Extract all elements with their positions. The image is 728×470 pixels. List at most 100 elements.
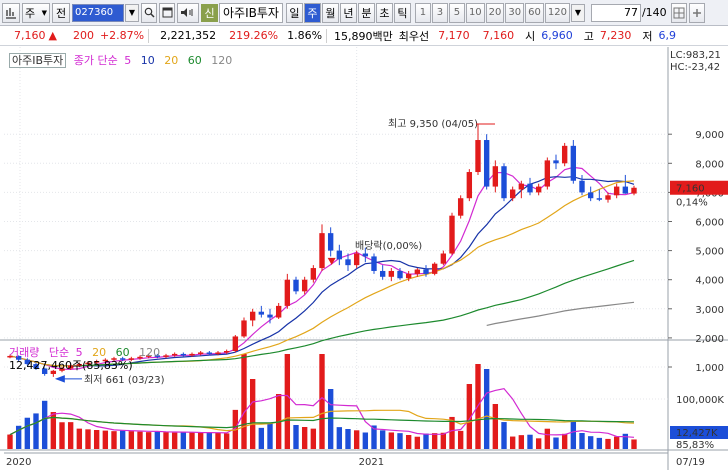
period-year[interactable]: 년 <box>339 2 357 23</box>
price-tick-label: 6,000 <box>695 218 724 229</box>
price-tick-label: 2,000 <box>695 334 724 345</box>
interval-label: 20 <box>488 7 502 18</box>
all-button-label: 전 <box>55 6 67 20</box>
candle-body <box>414 269 421 274</box>
interval-5-button[interactable]: 5 <box>448 2 465 23</box>
candle-body <box>579 180 585 193</box>
price-chart[interactable]: 9,0008,0007,0006,0005,0004,0003,0002,000… <box>0 47 728 470</box>
all-button[interactable]: 전 <box>52 2 70 23</box>
volume-bar <box>457 430 464 449</box>
period-month[interactable]: 월 <box>321 2 339 23</box>
interval-dropdown-button[interactable]: ▼ <box>570 3 585 22</box>
lc-label: LC:983,21 <box>670 50 721 61</box>
volume-bar <box>345 429 351 449</box>
volume-bar <box>509 436 516 449</box>
interval-10-button[interactable]: 10 <box>465 2 485 23</box>
chart-window: 주 ▼ 전 027360 ▼ 신 아주IB투자 일 주 월 년 분 초 틱 1 … <box>0 0 728 470</box>
stock-code-input[interactable]: 027360 <box>72 3 124 22</box>
volume-bar <box>24 417 31 449</box>
interval-label: 1 <box>419 7 427 18</box>
period-tick[interactable]: 틱 <box>393 2 411 23</box>
up-arrow-icon: ▲ <box>48 29 57 42</box>
volume-bar <box>492 404 499 449</box>
candle-body <box>397 270 403 279</box>
price-legend: 아주IB투자 종가 단순 5 10 20 60 120 <box>9 52 232 68</box>
period-month-label: 월 <box>325 6 336 20</box>
volume-bar <box>137 431 143 449</box>
candle-body <box>327 233 334 251</box>
candle-body <box>518 183 525 190</box>
open-price: 6,960 <box>541 29 573 42</box>
sound-icon[interactable] <box>177 2 199 23</box>
date-label: 07/19 <box>676 457 705 468</box>
volume-bar <box>145 432 152 449</box>
code-dropdown-button[interactable]: ▼ <box>125 3 139 22</box>
current-volume-label: 12,427K <box>676 428 718 439</box>
period-second[interactable]: 초 <box>375 2 393 23</box>
candle-body <box>197 352 204 354</box>
volume-bar <box>336 427 343 449</box>
period-minute[interactable]: 분 <box>357 2 375 23</box>
period-day[interactable]: 일 <box>285 2 303 23</box>
price-tick-label: 4,000 <box>695 276 724 287</box>
candle-body <box>440 253 447 264</box>
volume-bar <box>189 432 195 449</box>
candle-body <box>284 279 291 306</box>
candle-body <box>466 172 473 199</box>
candle-body <box>544 160 551 187</box>
price-tick-label: 1,000 <box>695 363 724 374</box>
interval-120-button[interactable]: 120 <box>544 2 570 23</box>
period-type-select[interactable]: 주 ▼ <box>22 2 50 23</box>
candle-body <box>622 186 629 194</box>
window-icon[interactable] <box>159 2 175 23</box>
chevron-down-icon: ▼ <box>574 8 582 17</box>
interval-60-button[interactable]: 60 <box>525 2 544 23</box>
volume-bar <box>605 438 611 449</box>
interval-20-button[interactable]: 20 <box>485 2 505 23</box>
grid-icon[interactable] <box>670 2 687 23</box>
volume-bar <box>570 420 577 449</box>
interval-label: 30 <box>508 7 522 18</box>
volume-bar <box>284 354 291 449</box>
volume-bar <box>431 433 438 449</box>
interval-30-button[interactable]: 30 <box>505 2 525 23</box>
date-label: 2021 <box>359 457 384 468</box>
zoom-icon[interactable] <box>688 2 705 23</box>
best-ask: 7,170 <box>438 29 470 42</box>
stock-name-field: 아주IB투자 <box>219 2 283 23</box>
stock-code-value: 027360 <box>75 7 114 18</box>
legend-ma-label: 종가 단순 <box>73 54 118 67</box>
candle-body <box>310 268 317 280</box>
legend-ma10: 10 <box>140 54 155 67</box>
interval-label: 60 <box>528 7 541 18</box>
search-icon[interactable] <box>141 2 157 23</box>
legend-stock-name: 아주IB투자 <box>9 53 67 68</box>
interval-3-button[interactable]: 3 <box>431 2 448 23</box>
volume-bar <box>102 430 109 449</box>
candle-body <box>353 253 360 266</box>
volume-bar <box>249 379 256 449</box>
quote-bar: 7,160 ▲ 200 +2.87% 2,221,352 219.26% 1.8… <box>0 26 728 46</box>
candle-body <box>509 189 516 199</box>
candle-body <box>631 187 637 194</box>
period-day-label: 일 <box>289 6 300 20</box>
candle-body <box>535 186 542 193</box>
volume-bar <box>171 432 178 449</box>
period-week[interactable]: 주 <box>303 2 321 23</box>
volume-bar <box>197 433 204 449</box>
chart-type-icon[interactable] <box>2 2 20 23</box>
price-tick-label: 9,000 <box>695 130 724 141</box>
volume-bar <box>553 437 559 449</box>
candle-body <box>492 166 499 187</box>
candle-body <box>171 353 178 356</box>
price-tick-label: 3,000 <box>695 305 724 316</box>
volume-bar <box>362 432 369 449</box>
dividend-annotation: 배당락(0,00%) <box>355 240 422 252</box>
price-tick-label: 5,000 <box>695 247 724 258</box>
current-price: 7,160 <box>14 29 46 42</box>
volume-bar <box>631 439 637 449</box>
volume-bar <box>596 437 603 449</box>
interval-1-button[interactable]: 1 <box>414 2 431 23</box>
display-count-input[interactable]: 77 <box>590 3 641 22</box>
volume-bar <box>483 369 490 449</box>
